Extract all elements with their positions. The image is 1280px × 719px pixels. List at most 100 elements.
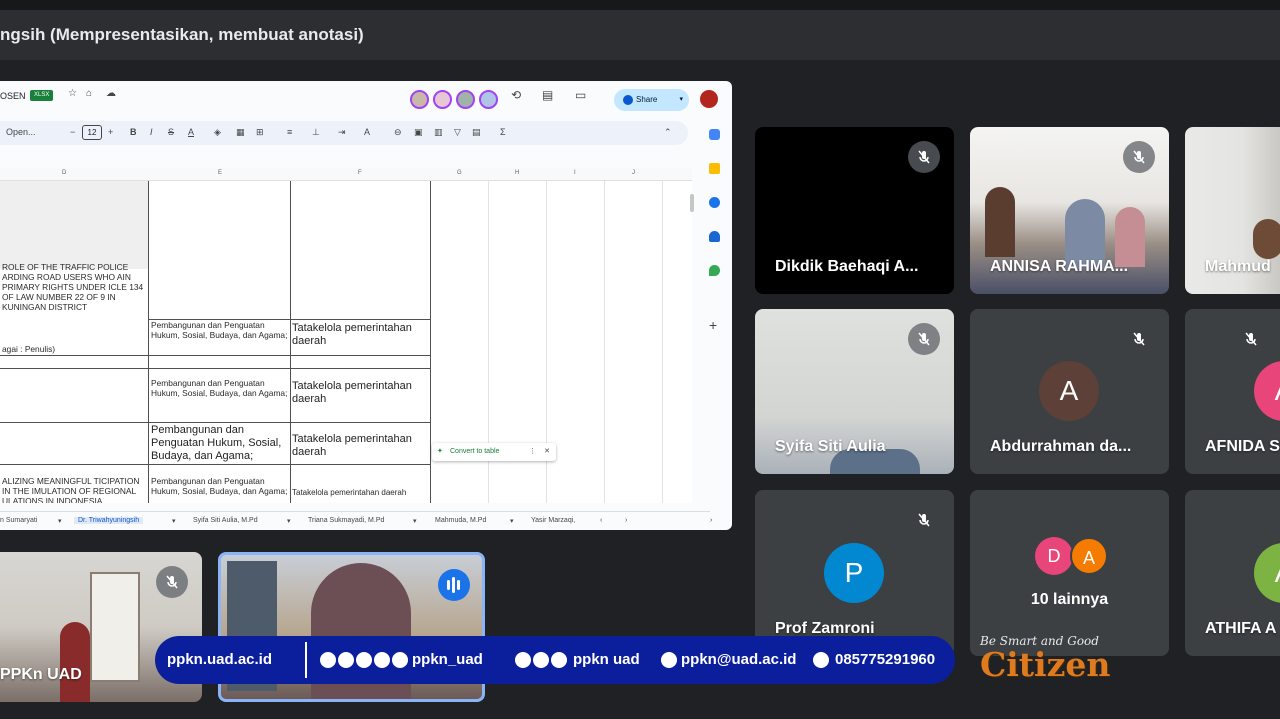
avatar: P <box>824 543 884 603</box>
tasks-icon[interactable] <box>709 197 720 208</box>
threads-icon <box>338 652 354 668</box>
font-family-select[interactable]: Open... <box>6 127 36 137</box>
cell-e[interactable]: Pembangunan dan Penguatan Hukum, Sosial,… <box>151 320 288 340</box>
collaborator-avatar[interactable] <box>410 90 429 109</box>
functions-icon[interactable]: Σ <box>500 127 506 137</box>
doc-name[interactable]: OSEN <box>0 91 26 101</box>
collaborator-avatar[interactable] <box>479 90 498 109</box>
others-tile[interactable]: D A 10 lainnya <box>970 490 1169 656</box>
col-header-h[interactable]: H <box>515 170 519 176</box>
col-header-e[interactable]: E <box>218 170 222 176</box>
add-addon-icon[interactable]: + <box>709 317 717 333</box>
sheet-tab[interactable]: Yasir Marzaqi, <box>531 517 575 524</box>
col-header-f[interactable]: F <box>358 170 362 176</box>
cell-f[interactable]: Tatakelola pemerintahan daerah <box>292 322 429 348</box>
cell-e[interactable]: Pembangunan dan Penguatan Hukum, Sosial,… <box>151 476 288 496</box>
strikethrough-icon[interactable]: S <box>168 127 174 137</box>
cell-d-note[interactable]: agai : Penulis) <box>2 344 147 354</box>
avatar: A <box>1254 361 1280 421</box>
table-icon: ✦ <box>437 448 443 455</box>
move-icon[interactable]: ⌂ <box>86 88 92 99</box>
maps-icon[interactable] <box>709 265 720 276</box>
link-icon[interactable]: ⊖ <box>394 127 402 138</box>
col-header-g[interactable]: G <box>457 170 462 176</box>
text-color-icon[interactable]: A <box>188 127 194 137</box>
convert-to-table-chip[interactable]: ✦ Convert to table ⋮ ✕ <box>432 443 556 461</box>
font-size-input[interactable]: 12 <box>82 125 102 140</box>
participant-tile[interactable]: P Prof Zamroni <box>755 490 954 656</box>
person-figure <box>60 622 90 702</box>
cell-e[interactable]: Pembangunan dan Penguatan Hukum, Sosial,… <box>151 378 288 398</box>
filter-icon[interactable]: ▽ <box>454 127 461 138</box>
email-icon <box>661 652 677 668</box>
cell-f[interactable]: Tatakelola pemerintahan daerah <box>292 488 432 498</box>
selected-cell-background <box>0 181 148 269</box>
rotate-icon[interactable]: A <box>364 127 370 137</box>
bold-icon[interactable]: B <box>130 127 137 137</box>
expand-icon[interactable]: › <box>710 517 712 524</box>
italic-icon[interactable]: I <box>150 127 153 137</box>
tabs-scroll-left-icon[interactable]: ‹ <box>600 517 602 524</box>
merge-icon[interactable]: ⊞ <box>256 127 264 138</box>
borders-icon[interactable]: ▦ <box>236 127 245 138</box>
chevron-down-icon[interactable]: ▾ <box>679 89 683 111</box>
sheet-tab[interactable]: Syifa Siti Aulia, M.Pd <box>193 517 258 524</box>
cell-d-title[interactable]: ROLE OF THE TRAFFIC POLICE ARDING ROAD U… <box>2 262 147 312</box>
comment-icon[interactable]: ▤ <box>542 88 553 102</box>
participant-tile[interactable]: Mahmud <box>1185 127 1280 294</box>
cell-f[interactable]: Tatakelola pemerintahan daerah <box>292 380 429 406</box>
participant-tile[interactable]: A Abdurrahman da... <box>970 309 1169 474</box>
vertical-scrollbar[interactable] <box>690 194 694 212</box>
user-avatar[interactable] <box>700 90 718 108</box>
calendar-icon[interactable] <box>709 129 720 140</box>
valign-icon[interactable]: ⊥ <box>312 127 320 138</box>
tab-chevron-icon[interactable]: ▾ <box>172 517 176 525</box>
avatar: A <box>1070 537 1108 575</box>
history-icon[interactable]: ⟲ <box>511 88 521 102</box>
star-icon[interactable]: ☆ <box>68 88 77 99</box>
keep-icon[interactable] <box>709 163 720 174</box>
participant-tile[interactable]: Syifa Siti Aulia <box>755 309 954 474</box>
cell-border <box>290 181 291 503</box>
participant-tile[interactable]: ANNISA RAHMA... <box>970 127 1169 294</box>
facebook-icon <box>515 652 531 668</box>
col-header-i[interactable]: I <box>574 170 576 176</box>
side-panel: + <box>700 121 730 381</box>
contacts-icon[interactable] <box>709 231 720 242</box>
sheet-tab[interactable]: Triana Sukmayadi, M.Pd <box>308 517 384 524</box>
tabs-scroll-right-icon[interactable]: › <box>625 517 627 524</box>
chart-icon[interactable]: ▥ <box>434 127 443 138</box>
participant-tile[interactable]: Dikdik Baehaqi A... <box>755 127 954 294</box>
wrap-icon[interactable]: ⇥ <box>338 127 346 138</box>
more-icon[interactable]: ⋮ <box>529 443 536 461</box>
grid-line <box>604 181 605 503</box>
decrease-font-icon[interactable]: − <box>70 127 75 137</box>
fill-color-icon[interactable]: ◈ <box>214 127 221 138</box>
cell-d-title[interactable]: ALIZING MEANINGFUL TICIPATION IN THE IMU… <box>2 476 147 503</box>
cell-f[interactable]: Tatakelola pemerintahan daerah <box>292 433 429 459</box>
tab-chevron-icon[interactable]: ▾ <box>58 517 62 525</box>
close-icon[interactable]: ✕ <box>544 443 550 461</box>
tab-chevron-icon[interactable]: ▾ <box>413 517 417 525</box>
align-icon[interactable]: ≡ <box>287 127 292 137</box>
col-header-d[interactable]: D <box>62 170 66 176</box>
collaborator-avatar[interactable] <box>456 90 475 109</box>
col-header-j[interactable]: J <box>632 170 635 176</box>
sheet-tab[interactable]: n Sumaryati <box>0 517 37 524</box>
collapse-toolbar-icon[interactable]: ⌃ <box>664 127 672 138</box>
increase-font-icon[interactable]: + <box>108 127 113 137</box>
cell-e[interactable]: Pembangunan dan Penguatan Hukum, Sosial,… <box>151 424 288 463</box>
insert-comment-icon[interactable]: ▣ <box>414 127 423 138</box>
website-text[interactable]: ppkn.uad.ac.id <box>167 651 272 668</box>
tab-chevron-icon[interactable]: ▾ <box>510 517 514 525</box>
sheet-grid[interactable]: D E F G H I J ROLE OF THE TRAFFIC POLICE… <box>0 168 692 503</box>
collaborator-avatar[interactable] <box>433 90 452 109</box>
share-button[interactable]: Share ▾ <box>614 89 689 111</box>
video-call-icon[interactable]: ▭ <box>575 88 586 102</box>
tab-chevron-icon[interactable]: ▾ <box>287 517 291 525</box>
participant-tile[interactable]: A ATHIFA A <box>1185 490 1280 656</box>
sheet-tab-active[interactable]: Dr. Triwahyuningsih <box>74 517 144 524</box>
sheet-tab[interactable]: Mahmuda, M.Pd <box>435 517 486 524</box>
participant-tile[interactable]: A AFNIDA S <box>1185 309 1280 474</box>
views-icon[interactable]: ▤ <box>472 127 481 138</box>
